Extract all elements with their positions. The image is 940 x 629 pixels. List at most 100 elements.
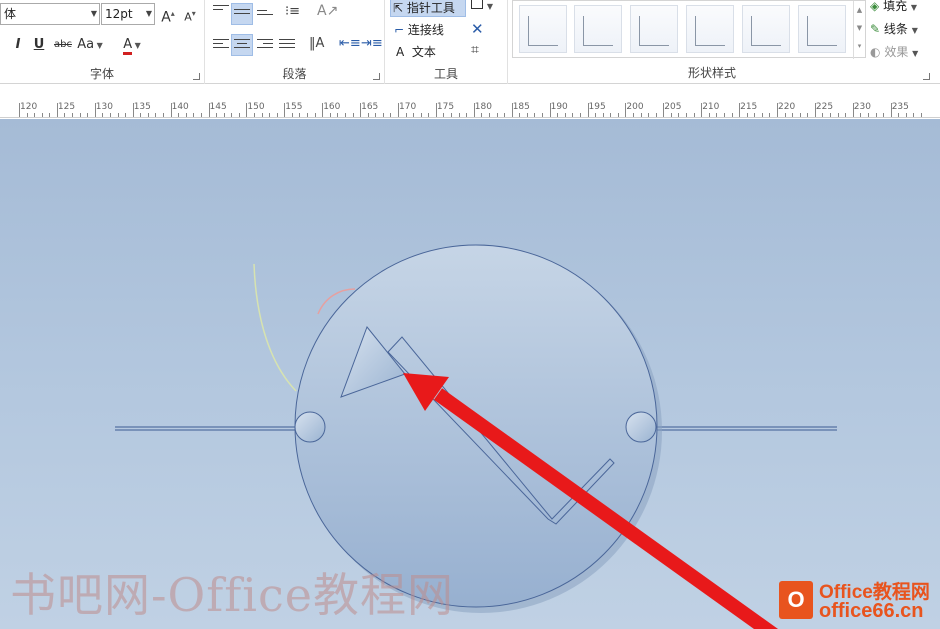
text-tool-button[interactable]: A 文本	[394, 42, 454, 62]
strikethrough-button[interactable]: abc	[52, 34, 74, 56]
ruler-tick	[496, 113, 498, 117]
style-swatch[interactable]	[574, 5, 622, 53]
fill-button[interactable]: ◈ 填充 ▼	[870, 0, 917, 16]
ruler-tick	[253, 113, 255, 117]
ruler-tick	[170, 103, 172, 117]
ruler-tick	[746, 113, 748, 117]
change-case-button[interactable]: Aa ▼	[76, 34, 104, 56]
distribute-icon[interactable]: ‖A	[309, 36, 324, 51]
pointer-tool-button[interactable]: ⇱ 指针工具	[390, 0, 466, 17]
ruler-label: 170	[399, 102, 417, 112]
ruler-tick	[19, 103, 20, 117]
align-center-icon	[234, 39, 250, 53]
ruler-tick	[360, 103, 362, 117]
decrease-indent-icon[interactable]: ⇤≡	[339, 36, 361, 51]
rectangle-icon	[471, 0, 483, 9]
ruler-label: 125	[57, 102, 76, 112]
paragraph-group-label: 段落	[282, 67, 307, 81]
align-top-icon[interactable]	[213, 5, 229, 19]
style-swatch[interactable]	[798, 5, 846, 53]
ruler-tick	[420, 113, 422, 117]
line-button[interactable]: ✎ 线条 ▼	[870, 19, 918, 39]
ruler-tick	[125, 113, 127, 117]
style-swatch[interactable]	[630, 5, 678, 53]
green-arc	[253, 263, 297, 392]
ruler-tick	[64, 113, 66, 117]
ruler-tick	[557, 113, 559, 117]
ruler-tick	[178, 113, 180, 117]
shape-styles-gallery: ▲ ▼ ▾	[512, 0, 866, 59]
left-terminal[interactable]	[294, 411, 326, 443]
rectangle-tool-button[interactable]: ▼	[471, 0, 501, 14]
text-direction-icon[interactable]: A↗	[317, 3, 338, 19]
paint-bucket-icon: ◈	[870, 0, 880, 13]
ruler-label: 190	[550, 102, 568, 112]
ruler-tick	[367, 113, 369, 117]
underline-button[interactable]: U	[31, 34, 47, 56]
scroll-up-icon[interactable]: ▲	[854, 1, 865, 19]
ruler-tick	[94, 103, 96, 117]
ruler-tick	[72, 113, 74, 117]
ruler-tick	[284, 103, 286, 117]
ruler-tick	[595, 113, 597, 117]
dialog-launcher-icon[interactable]	[373, 73, 380, 80]
align-right-icon[interactable]	[257, 39, 273, 53]
align-bottom-icon[interactable]	[257, 10, 273, 24]
shrink-font-icon: A	[184, 10, 192, 24]
ruler-tick	[761, 113, 763, 117]
ruler-tick	[814, 103, 816, 117]
align-middle-icon	[234, 9, 250, 23]
ruler-label: 150	[247, 102, 265, 112]
font-group-label: 字体	[89, 67, 114, 81]
ruler-tick	[913, 113, 915, 117]
font-name-combobox[interactable]: 体 ▼	[0, 3, 100, 25]
shrink-font-button[interactable]: A▾	[182, 3, 198, 25]
drawing-canvas[interactable]: 书吧网-Office教程网 O Office教程网 office66.cn	[0, 119, 940, 629]
right-terminal[interactable]	[625, 411, 657, 443]
font-size-combobox[interactable]: 12pt ▼	[101, 3, 155, 25]
align-middle-button[interactable]	[231, 3, 253, 25]
bullets-icon[interactable]: ⁝≡	[285, 4, 300, 19]
ruler-tick	[405, 113, 407, 117]
ruler-tick	[875, 113, 877, 117]
ruler-tick	[163, 113, 165, 117]
gallery-scroller[interactable]: ▲ ▼ ▾	[853, 1, 865, 59]
ruler-label: 200	[626, 102, 644, 112]
grow-font-button[interactable]: A▴	[160, 3, 176, 26]
scroll-down-icon[interactable]: ▼	[854, 19, 865, 37]
more-styles-icon[interactable]: ▾	[854, 37, 865, 55]
ruler-tick	[473, 103, 475, 117]
crop-icon[interactable]: ⌗	[471, 42, 479, 58]
styles-launcher-icon[interactable]	[923, 73, 930, 80]
style-swatch[interactable]	[519, 5, 567, 53]
ruler-tick	[867, 113, 869, 117]
font-group: 体 ▼ 12pt ▼ A▴ A▾ I U abc Aa ▼ A ▼ 字体	[0, 0, 205, 84]
ruler-tick	[549, 103, 551, 117]
connector-tool-button[interactable]: ⌐ 连接线	[392, 20, 468, 40]
font-color-button[interactable]: A ▼	[116, 34, 148, 56]
increase-indent-icon[interactable]: ⇥≡	[361, 36, 383, 51]
justify-icon[interactable]	[279, 39, 295, 53]
ruler-label: 135	[133, 102, 151, 112]
ruler-tick	[208, 103, 210, 117]
underline-icon: U	[33, 37, 45, 52]
change-case-icon: Aa	[77, 37, 95, 52]
italic-button[interactable]: I	[10, 34, 26, 56]
font-size-value: 12pt	[105, 7, 133, 21]
ruler-tick	[352, 113, 354, 117]
dialog-launcher-icon[interactable]	[193, 73, 200, 80]
ruler-tick	[670, 113, 672, 117]
ruler-tick	[56, 103, 58, 117]
ruler-tick	[883, 113, 885, 117]
effect-button[interactable]: ◐ 效果 ▼	[870, 42, 918, 62]
ruler-tick	[299, 113, 301, 117]
ruler-tick	[238, 113, 240, 117]
align-left-icon[interactable]	[213, 39, 229, 53]
ruler-tick	[739, 103, 741, 117]
align-center-button[interactable]	[231, 34, 253, 56]
style-swatch[interactable]	[742, 5, 790, 53]
ruler-tick	[117, 113, 119, 117]
close-icon[interactable]: ✕	[471, 20, 484, 38]
connector-tool-label: 连接线	[407, 23, 444, 37]
style-swatch[interactable]	[686, 5, 734, 53]
